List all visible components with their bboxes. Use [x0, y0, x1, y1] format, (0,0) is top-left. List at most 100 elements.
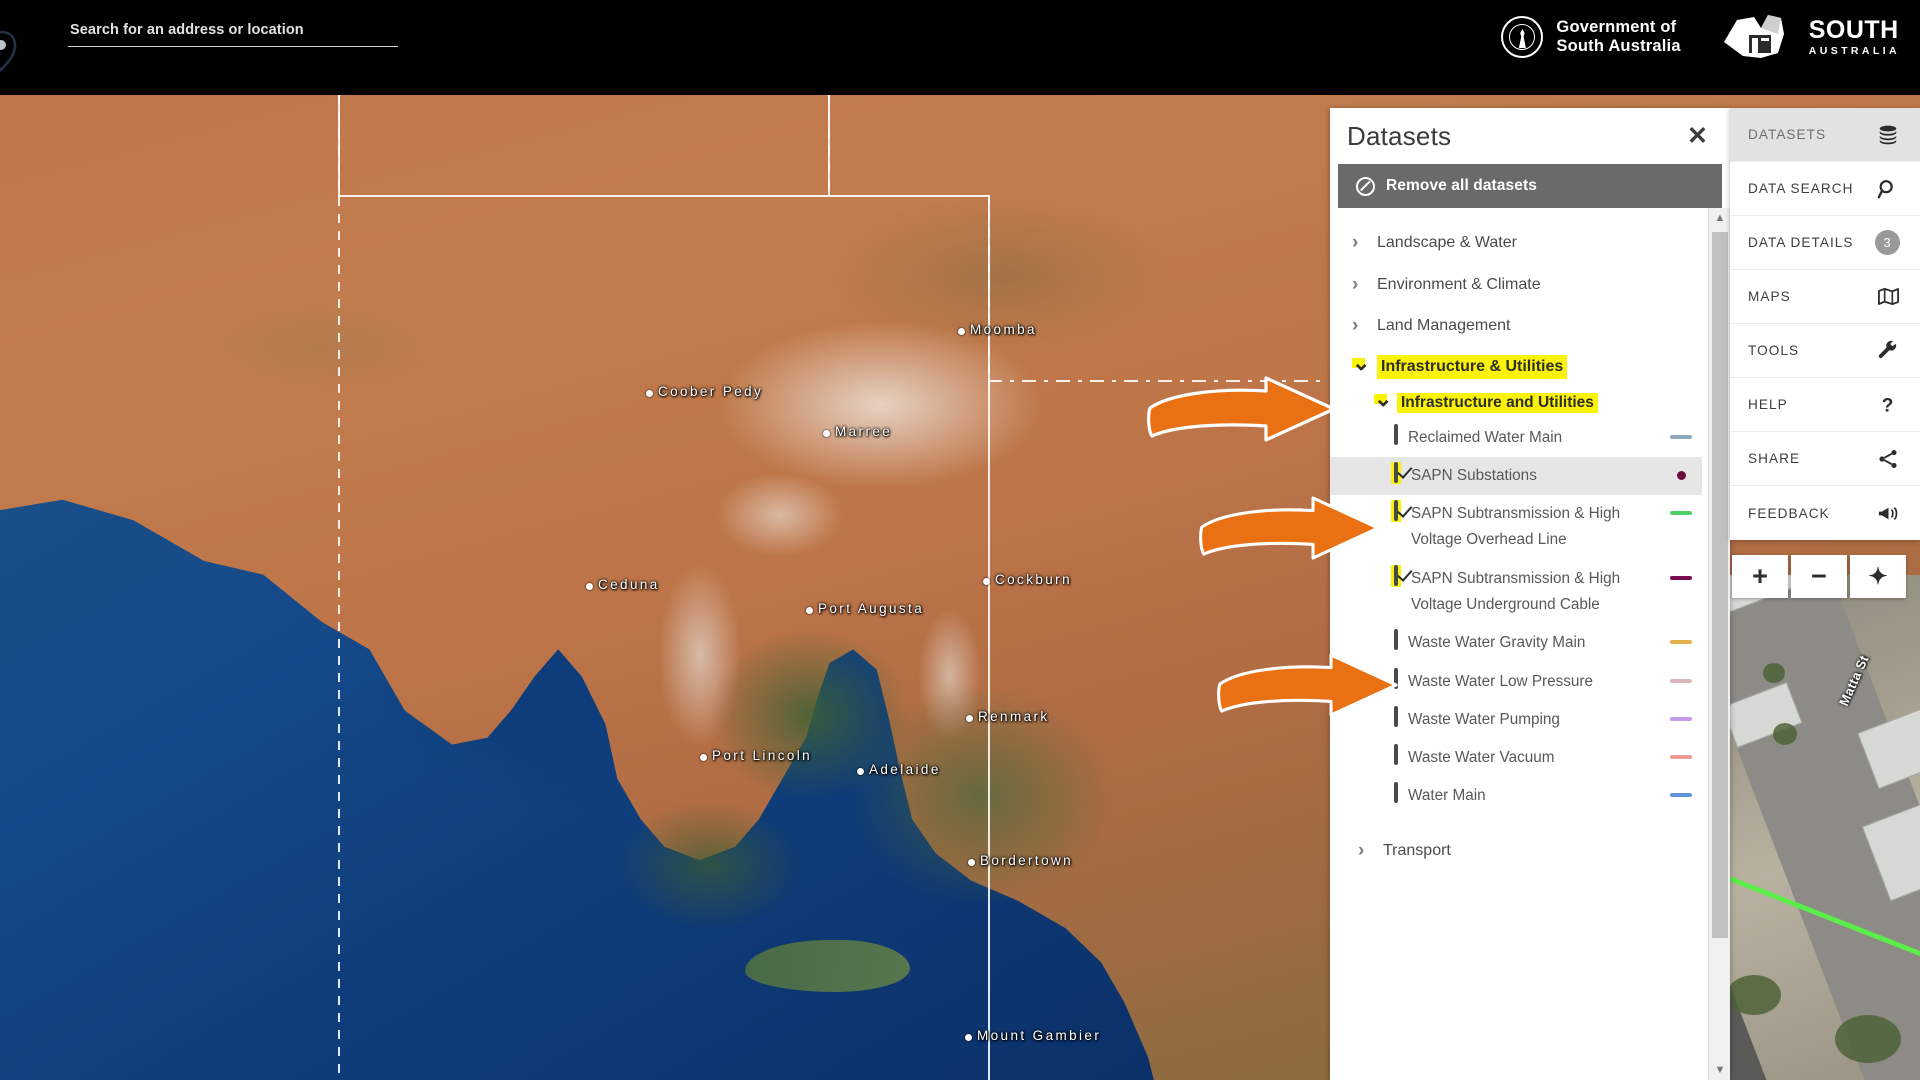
dataset-layer-label: SAPN Subtransmission & High Voltage Unde… [1411, 569, 1621, 613]
pan-reset-button-glyph: ✦ [1868, 563, 1888, 589]
dataset-category-infrastructure-utilities[interactable]: ⌄ Infrastructure & Utilities [1330, 347, 1702, 387]
south-australia-brand-logo: SOUTH AUSTRALIA [1721, 12, 1900, 62]
place-marker-dot [823, 430, 830, 437]
place-marker-dot [586, 583, 593, 590]
layer-checkbox-wrapper[interactable] [1394, 423, 1398, 445]
map-place-label: Moomba [958, 322, 1037, 337]
checkbox-unchecked-icon[interactable] [1394, 782, 1398, 804]
chevron-down-icon: ⌄ [1374, 385, 1393, 411]
place-label-text: Adelaide [869, 762, 941, 777]
sa-brand-main: SOUTH [1808, 15, 1899, 44]
place-label-text: Moomba [970, 322, 1037, 337]
dataset-layer-label: Waste Water Pumping [1408, 710, 1560, 728]
checkbox-unchecked-icon[interactable] [1394, 744, 1398, 766]
legend-line-symbol [1670, 640, 1692, 645]
top-bar: Government of South Australia SOUTH AUST… [0, 0, 1920, 95]
wrench-icon [1876, 339, 1900, 363]
question-icon: ? [1876, 393, 1900, 417]
zoom-in-button-glyph: + [1752, 561, 1768, 591]
dataset-layer-row[interactable]: Waste Water Gravity Main [1330, 624, 1702, 662]
menu-item-tools[interactable]: TOOLS [1730, 324, 1920, 378]
dataset-layer-row[interactable]: Waste Water Vacuum [1330, 739, 1702, 777]
dataset-layer-label: Water Main [1408, 787, 1486, 805]
checkbox-checked-icon[interactable] [1394, 461, 1398, 483]
dataset-layer-row[interactable]: SAPN Subtransmission & High Voltage Over… [1330, 495, 1702, 560]
place-marker-dot [968, 859, 975, 866]
menu-item-share[interactable]: SHARE [1730, 432, 1920, 486]
checkbox-unchecked-icon[interactable] [1394, 705, 1398, 727]
scrollbar-thumb[interactable] [1712, 232, 1728, 938]
layer-checkbox-wrapper[interactable] [1391, 461, 1401, 484]
location-pin-icon [0, 30, 17, 72]
layer-legend-swatch [1664, 463, 1692, 480]
remove-all-datasets-button[interactable]: Remove all datasets [1338, 164, 1722, 208]
legend-line-symbol [1670, 678, 1692, 683]
pan-reset-button[interactable]: ✦ [1850, 555, 1906, 598]
layer-checkbox-wrapper[interactable] [1394, 782, 1398, 804]
dataset-layer-row[interactable]: SAPN Substations [1330, 456, 1702, 496]
sa-brand-text: SOUTH AUSTRALIA [1808, 15, 1900, 57]
menu-item-data-details[interactable]: DATA DETAILS 3 [1730, 216, 1920, 270]
map-gridline-horizontal-ne [988, 380, 1328, 382]
dataset-layer-row[interactable]: Waste Water Low Pressure [1330, 663, 1702, 701]
place-marker-dot [966, 715, 973, 722]
dataset-layer-label: Waste Water Vacuum [1408, 749, 1555, 767]
menu-item-datasets[interactable]: DATASETS [1730, 108, 1920, 162]
layer-legend-swatch [1664, 669, 1692, 683]
layer-legend-swatch [1664, 630, 1692, 645]
menu-item-label: HELP [1748, 397, 1788, 412]
checkbox-unchecked-icon[interactable] [1394, 667, 1398, 689]
address-search[interactable] [68, 20, 398, 62]
zoom-in-button[interactable]: + [1732, 555, 1788, 598]
menu-item-data-search[interactable]: DATA SEARCH [1730, 162, 1920, 216]
zoom-out-button[interactable]: − [1791, 555, 1847, 598]
dataset-category-label: Environment & Climate [1377, 275, 1541, 293]
datasets-scrollbar[interactable]: ▲ ▼ [1708, 208, 1730, 1080]
dataset-layer-row[interactable]: Waste Water Pumping [1330, 701, 1702, 739]
right-side-menu: DATASETS DATA SEARCH DATA DETAILS 3 MAPS TOOL… [1730, 108, 1920, 540]
map-place-label: Mount Gambier [965, 1028, 1101, 1043]
layer-checkbox-wrapper[interactable] [1391, 500, 1401, 523]
place-marker-dot [983, 578, 990, 585]
dataset-category-transport[interactable]: › Transport [1330, 830, 1702, 872]
layer-checkbox-wrapper[interactable] [1394, 744, 1398, 766]
checkbox-checked-icon[interactable] [1394, 564, 1398, 586]
dataset-subgroup-infrastructure-and-utilities[interactable]: ⌄ Infrastructure and Utilities [1330, 387, 1702, 419]
gov-logo-line2: South Australia [1556, 37, 1681, 55]
place-label-text: Bordertown [980, 853, 1074, 868]
checkbox-checked-icon[interactable] [1394, 500, 1398, 522]
tree [1835, 1015, 1901, 1063]
scroll-up-arrow-icon[interactable]: ▲ [1709, 208, 1730, 228]
datasets-list: › Landscape & Water › Environment & Climate… [1330, 222, 1730, 871]
dataset-layer-row[interactable]: SAPN Subtransmission & High Voltage Unde… [1330, 560, 1702, 625]
layer-legend-swatch [1664, 566, 1692, 580]
menu-item-feedback[interactable]: FEEDBACK [1730, 486, 1920, 540]
layer-checkbox-wrapper[interactable] [1391, 564, 1401, 587]
menu-item-label: MAPS [1748, 289, 1791, 304]
menu-item-maps[interactable]: MAPS [1730, 270, 1920, 324]
dataset-category-landscape-water[interactable]: › Landscape & Water [1330, 222, 1702, 264]
search-input[interactable] [68, 20, 398, 47]
layer-checkbox-wrapper[interactable] [1394, 667, 1398, 689]
menu-item-label: SHARE [1748, 451, 1801, 466]
chevron-down-icon: ⌄ [1352, 349, 1371, 375]
menu-item-help[interactable]: HELP? [1730, 378, 1920, 432]
close-icon[interactable]: ✕ [1687, 123, 1708, 149]
dataset-category-land-management[interactable]: › Land Management [1330, 305, 1702, 347]
scroll-down-arrow-icon[interactable]: ▼ [1709, 1060, 1730, 1080]
dataset-category-environment-climate[interactable]: › Environment & Climate [1330, 264, 1702, 306]
layer-checkbox-wrapper[interactable] [1394, 705, 1398, 727]
place-marker-dot [958, 328, 965, 335]
megaphone-icon [1876, 501, 1900, 525]
datasets-scroll-area[interactable]: › Landscape & Water › Environment & Climate… [1330, 208, 1730, 1080]
dataset-layer-row[interactable]: Water Main [1330, 777, 1702, 815]
map-zoom-controls: + − ✦ [1732, 555, 1906, 598]
checkbox-unchecked-icon[interactable] [1394, 629, 1398, 651]
checkbox-unchecked-icon[interactable] [1394, 423, 1398, 445]
dataset-layer-row[interactable]: Reclaimed Water Main [1330, 419, 1702, 457]
chevron-right-icon: › [1358, 839, 1365, 861]
dataset-layer-label: SAPN Substations [1411, 466, 1537, 484]
layer-checkbox-wrapper[interactable] [1394, 629, 1398, 651]
map-gridline-vertical-ne [988, 195, 990, 385]
legend-line-symbol [1670, 511, 1692, 516]
